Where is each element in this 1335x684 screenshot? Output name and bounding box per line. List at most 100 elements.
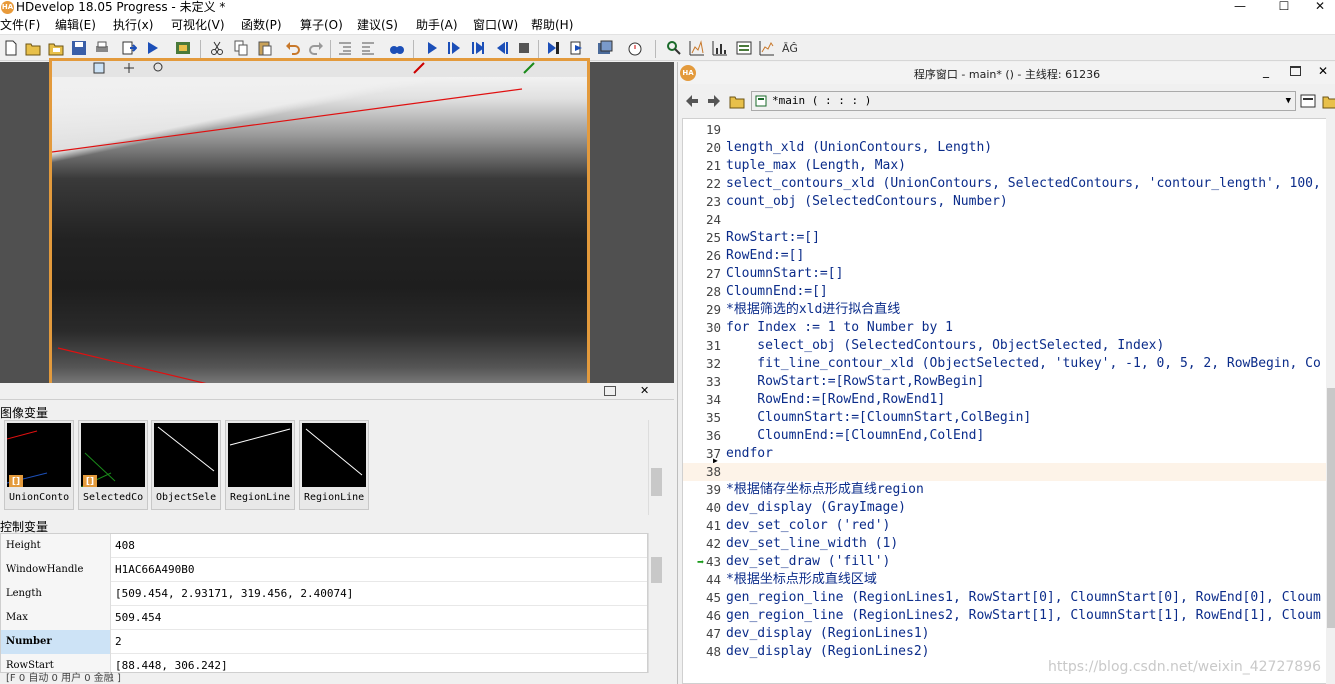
- code-line[interactable]: 36 CloumnEnd:=[CloumnEnd,ColEnd]: [683, 427, 1331, 445]
- timer-icon[interactable]: [627, 40, 643, 56]
- menu-help[interactable]: 帮助(H): [531, 18, 573, 33]
- outdent-icon[interactable]: [360, 40, 376, 56]
- cut-icon[interactable]: [209, 40, 225, 56]
- procedure-export-icon[interactable]: [1322, 93, 1335, 109]
- menu-operators[interactable]: 算子(O): [300, 18, 343, 33]
- back-arrow-icon[interactable]: [684, 93, 700, 109]
- close-variable-window[interactable]: ✕: [640, 384, 649, 397]
- chevron-down-icon[interactable]: ▼: [1286, 92, 1291, 110]
- code-line[interactable]: 28 CloumnEnd:=[]: [683, 283, 1331, 301]
- copy-icon[interactable]: [233, 40, 249, 56]
- code-line[interactable]: 20 length_xld (UnionContours, Length): [683, 139, 1331, 157]
- gray-histogram-icon[interactable]: [689, 40, 705, 56]
- procedure-folder-icon[interactable]: [729, 93, 745, 109]
- code-line[interactable]: 31 select_obj (SelectedContours, ObjectS…: [683, 337, 1331, 355]
- menu-file[interactable]: 文件(F): [0, 18, 40, 33]
- code-line[interactable]: 21 tuple_max (Length, Max): [683, 157, 1331, 175]
- code-line[interactable]: 43 dev_set_draw ('fill') ➡: [683, 553, 1331, 571]
- code-line[interactable]: 47 dev_display (RegionLines1): [683, 625, 1331, 643]
- line-profile-tool-icon[interactable]: [522, 61, 536, 75]
- image-acquisition-icon[interactable]: [175, 40, 191, 56]
- program-close-button[interactable]: ✕: [1318, 64, 1328, 78]
- image-var-thumb[interactable]: [] SelectedCo: [78, 420, 148, 510]
- open-recent-icon[interactable]: [48, 40, 64, 56]
- code-line[interactable]: 44 *根据坐标点形成直线区域: [683, 571, 1331, 589]
- minimize-button[interactable]: —: [1220, 0, 1260, 16]
- menu-visualize[interactable]: 可视化(V): [171, 18, 225, 33]
- code-line[interactable]: 37 endfor ▶: [683, 445, 1331, 465]
- feature-inspection-icon[interactable]: [759, 40, 775, 56]
- ocr-assistant-icon[interactable]: ĀĜ: [782, 40, 798, 56]
- step-into-icon[interactable]: [493, 40, 509, 56]
- code-line[interactable]: 41 dev_set_color ('red'): [683, 517, 1331, 535]
- program-minimize-button[interactable]: _: [1263, 64, 1269, 78]
- program-maximize-button[interactable]: [1290, 66, 1301, 76]
- control-vars-scrollbar[interactable]: [648, 533, 664, 673]
- select-tool-icon[interactable]: [92, 61, 106, 75]
- close-button[interactable]: ✕: [1300, 0, 1335, 16]
- code-line[interactable]: 25 RowStart:=[]: [683, 229, 1331, 247]
- zoom-tool-icon[interactable]: [152, 61, 166, 75]
- step-out-icon[interactable]: [569, 40, 585, 56]
- code-line[interactable]: 40 dev_display (GrayImage): [683, 499, 1331, 517]
- code-line[interactable]: 39 *根据储存坐标点形成直线region: [683, 481, 1331, 499]
- table-row[interactable]: RowStart [88.448, 306.242]: [1, 654, 647, 672]
- image-var-thumb[interactable]: RegionLine: [225, 420, 295, 510]
- table-row[interactable]: Max 509.454: [1, 606, 647, 630]
- code-line[interactable]: 33 RowStart:=[RowStart,RowBegin]: [683, 373, 1331, 391]
- stop-icon[interactable]: [516, 40, 532, 56]
- code-line[interactable]: 45 gen_region_line (RegionLines1, RowStar…: [683, 589, 1331, 607]
- code-line[interactable]: 23 count_obj (SelectedContours, Number): [683, 193, 1331, 211]
- table-row[interactable]: Number 2: [1, 630, 647, 654]
- code-line[interactable]: 27 CloumnStart:=[]: [683, 265, 1331, 283]
- code-line[interactable]: 29 *根据筛选的xld进行拟合直线: [683, 301, 1331, 319]
- code-line[interactable]: 24: [683, 211, 1331, 229]
- image-var-thumb[interactable]: RegionLine: [299, 420, 369, 510]
- run-icon[interactable]: [424, 40, 440, 56]
- print-icon[interactable]: [94, 40, 110, 56]
- line-profile-icon[interactable]: [712, 40, 728, 56]
- table-row[interactable]: Length [509.454, 2.93171, 319.456, 2.4007…: [1, 582, 647, 606]
- menu-suggestions[interactable]: 建议(S): [357, 18, 398, 33]
- image-vars-scrollbar[interactable]: [648, 420, 664, 515]
- code-scrollbar[interactable]: [1326, 118, 1335, 684]
- code-line[interactable]: 22 select_contours_xld (UnionContours, Se…: [683, 175, 1331, 193]
- windows-icon[interactable]: [597, 40, 613, 56]
- new-file-icon[interactable]: [3, 40, 19, 56]
- run-to-icon[interactable]: [446, 40, 462, 56]
- code-line[interactable]: 48 dev_display (RegionLines2): [683, 643, 1331, 661]
- menu-execute[interactable]: 执行(x): [113, 18, 153, 33]
- menu-window[interactable]: 窗口(W): [473, 18, 518, 33]
- move-tool-icon[interactable]: [122, 61, 136, 75]
- redo-icon[interactable]: [308, 40, 324, 56]
- forward-arrow-icon[interactable]: [706, 93, 722, 109]
- draw-tool-icon[interactable]: [412, 61, 426, 75]
- code-line[interactable]: 38: [683, 463, 1331, 481]
- save-icon[interactable]: [71, 40, 87, 56]
- run-file-icon[interactable]: [145, 40, 161, 56]
- indent-icon[interactable]: [337, 40, 353, 56]
- find-icon[interactable]: [389, 40, 405, 56]
- code-line[interactable]: 26 RowEnd:=[]: [683, 247, 1331, 265]
- open-file-icon[interactable]: [25, 40, 41, 56]
- code-line[interactable]: 34 RowEnd:=[RowEnd,RowEnd1]: [683, 391, 1331, 409]
- table-row[interactable]: WindowHandle H1AC66A490B0: [1, 558, 647, 582]
- code-line[interactable]: 19: [683, 121, 1331, 139]
- step-over-icon[interactable]: [470, 40, 486, 56]
- code-line[interactable]: 32 fit_line_contour_xld (ObjectSelected,…: [683, 355, 1331, 373]
- paste-icon[interactable]: [257, 40, 273, 56]
- undo-icon[interactable]: [285, 40, 301, 56]
- maximize-variable-window[interactable]: [604, 386, 616, 396]
- code-editor[interactable]: https://blog.csdn.net/weixin_42727896 19…: [682, 118, 1332, 684]
- image-var-thumb[interactable]: ObjectSele: [151, 420, 221, 510]
- code-line[interactable]: 35 CloumnStart:=[CloumnStart,ColBegin]: [683, 409, 1331, 427]
- table-row[interactable]: Height 408: [1, 534, 647, 558]
- procedure-edit-icon[interactable]: [1300, 93, 1316, 109]
- export-icon[interactable]: [121, 40, 137, 56]
- reset-program-icon[interactable]: [545, 40, 561, 56]
- code-line[interactable]: 30 for Index := 1 to Number by 1: [683, 319, 1331, 337]
- image-var-thumb[interactable]: [] UnionConto: [4, 420, 74, 510]
- menu-functions[interactable]: 函数(P): [241, 18, 282, 33]
- code-line[interactable]: 46 gen_region_line (RegionLines2, RowStar…: [683, 607, 1331, 625]
- menu-assistants[interactable]: 助手(A): [416, 18, 458, 33]
